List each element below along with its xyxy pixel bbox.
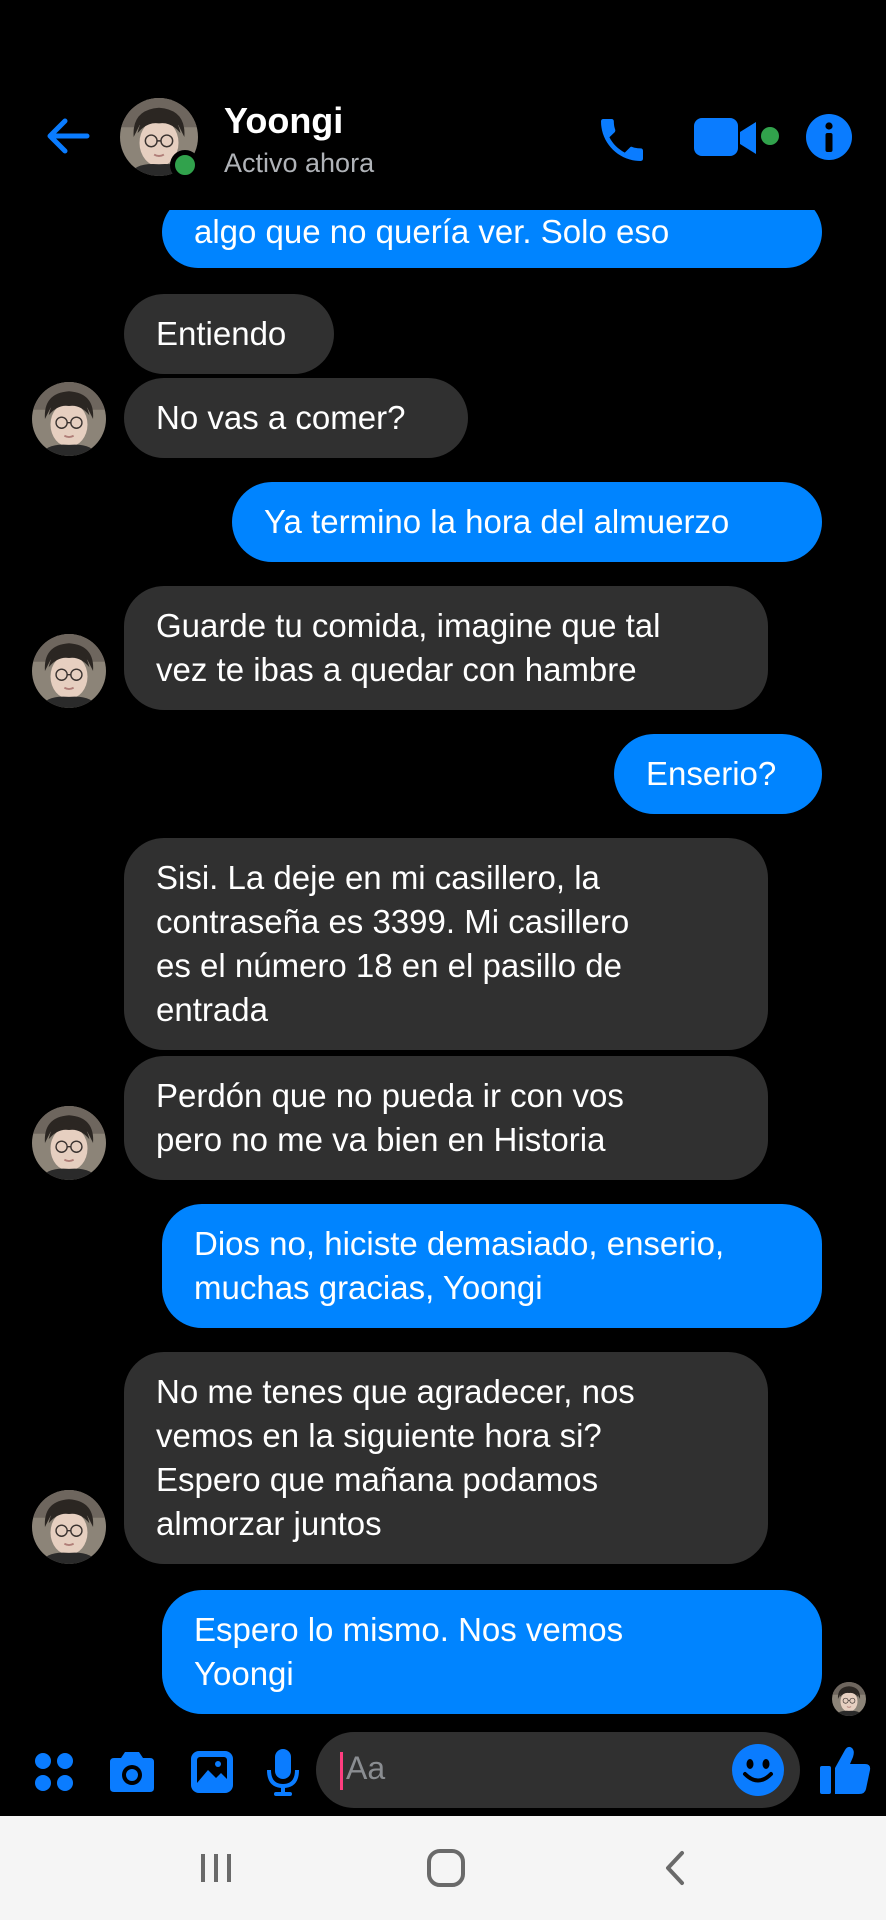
message-input[interactable]: Aa [316, 1732, 800, 1808]
back-icon [666, 1851, 684, 1885]
like-button[interactable] [814, 1738, 876, 1802]
message-bubble-incoming[interactable]: No me tenes que agradecer, nos vemos en … [124, 1352, 768, 1564]
apps-button[interactable] [28, 1746, 80, 1798]
home-icon [427, 1849, 465, 1887]
message-bubble-incoming[interactable]: Sisi. La deje en mi casillero, la contra… [124, 838, 768, 1050]
sender-avatar[interactable] [32, 634, 106, 708]
apps-grid-icon [35, 1753, 73, 1791]
message-bubble-outgoing[interactable]: Enserio? [614, 734, 822, 814]
contact-name[interactable]: Yoongi [224, 100, 343, 142]
message-bubble-outgoing[interactable]: Dios no, hiciste demasiado, enserio, muc… [162, 1204, 822, 1328]
gallery-button[interactable] [184, 1744, 240, 1800]
video-camera-icon [694, 118, 779, 156]
message-bubble-incoming[interactable]: Entiendo [124, 294, 334, 374]
voice-message-button[interactable] [258, 1744, 308, 1800]
sender-avatar[interactable] [32, 382, 106, 456]
message-input-placeholder: Aa [346, 1750, 386, 1786]
seen-indicator-avatar [832, 1682, 866, 1716]
microphone-icon [267, 1749, 299, 1796]
message-bubble-incoming[interactable]: Guarde tu comida, imagine que tal vez te… [124, 586, 768, 710]
emoji-button[interactable] [730, 1742, 786, 1798]
system-back-button[interactable] [636, 1836, 716, 1900]
sender-avatar[interactable] [32, 1106, 106, 1180]
message-bubble-incoming[interactable]: Perdón que no pueda ir con vos pero no m… [124, 1056, 768, 1180]
gallery-icon [191, 1751, 233, 1793]
back-button[interactable] [40, 108, 96, 164]
camera-button[interactable] [104, 1744, 160, 1800]
text-caret [340, 1752, 343, 1790]
recent-apps-button[interactable] [176, 1836, 256, 1900]
message-bubble-outgoing[interactable]: Espero lo mismo. Nos vemos Yoongi [162, 1590, 822, 1714]
video-call-button[interactable] [692, 112, 784, 164]
contact-status: Activo ahora [224, 148, 375, 178]
phone-icon [601, 119, 643, 161]
online-indicator [170, 150, 200, 180]
home-button[interactable] [406, 1836, 486, 1900]
chat-header: Yoongi Activo ahora [0, 0, 886, 210]
emoji-icon [732, 1744, 784, 1796]
message-bubble-incoming[interactable]: No vas a comer? [124, 378, 468, 458]
sender-avatar[interactable] [32, 1490, 106, 1564]
thumbs-up-icon [820, 1746, 871, 1794]
recent-apps-icon [201, 1854, 231, 1882]
message-bubble-outgoing[interactable]: Ya termino la hora del almuerzo [232, 482, 822, 562]
camera-icon [110, 1752, 154, 1792]
info-icon [806, 114, 852, 160]
info-button[interactable] [802, 110, 856, 164]
voice-call-button[interactable] [590, 108, 654, 172]
back-arrow-icon [47, 118, 90, 154]
